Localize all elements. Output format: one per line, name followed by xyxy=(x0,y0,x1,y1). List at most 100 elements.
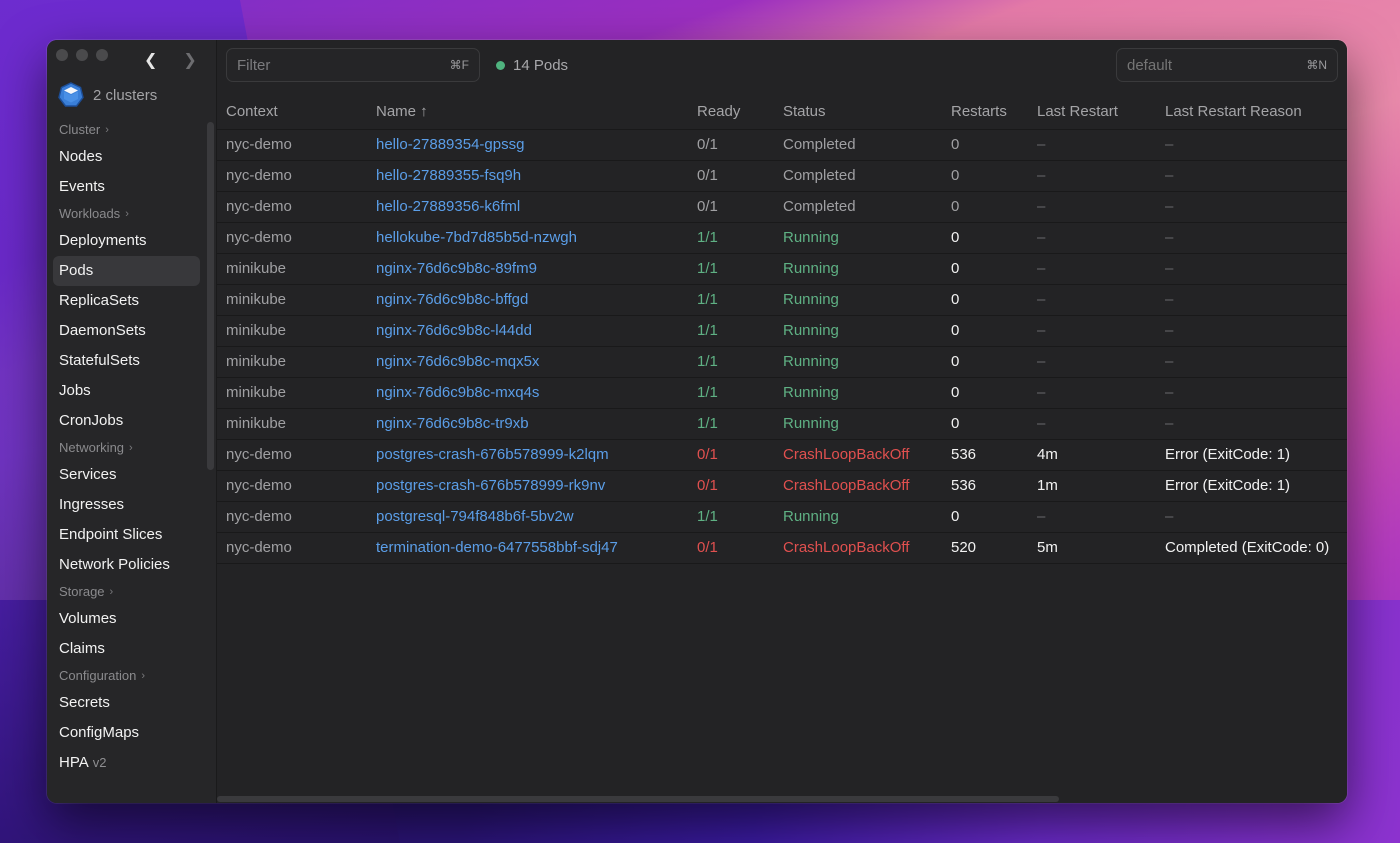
cell-name[interactable]: nginx-76d6c9b8c-bffgd xyxy=(367,284,688,316)
cell-name[interactable]: nginx-76d6c9b8c-tr9xb xyxy=(367,408,688,440)
sidebar-item-jobs[interactable]: Jobs xyxy=(53,376,200,406)
cell-last-restart-reason: – xyxy=(1156,160,1347,192)
table-row[interactable]: nyc-demo hello-27889356-k6fml 0/1 Completed… xyxy=(217,191,1347,223)
cell-ready: 1/1 xyxy=(688,222,774,254)
pods-table: Context Name ↑ Ready Status Restarts Las… xyxy=(217,94,1347,564)
sidebar-item-pods[interactable]: Pods xyxy=(53,256,200,286)
chevron-right-icon: › xyxy=(125,208,129,220)
cell-name[interactable]: hellokube-7bd7d85b5d-nzwgh xyxy=(367,222,688,254)
cell-last-restart: 5m xyxy=(1028,532,1156,564)
close-window-button[interactable] xyxy=(56,49,68,61)
cell-name[interactable]: hello-27889356-k6fml xyxy=(367,191,688,223)
cell-restarts: 0 xyxy=(942,191,1028,223)
sidebar-section-configuration[interactable]: Configuration › xyxy=(53,664,200,688)
cell-name[interactable]: termination-demo-6477558bbf-sdj47 xyxy=(367,532,688,564)
cell-status: Running xyxy=(774,377,942,409)
column-header-last-restart[interactable]: Last Restart xyxy=(1028,94,1156,130)
table-row[interactable]: nyc-demo postgres-crash-676b578999-rk9nv 0… xyxy=(217,470,1347,502)
cell-status: Running xyxy=(774,253,942,285)
pod-count-label: 14 Pods xyxy=(513,56,569,74)
sidebar-item-label: Claims xyxy=(59,640,105,657)
cell-name[interactable]: postgresql-794f848b6f-5bv2w xyxy=(367,501,688,533)
cell-name[interactable]: hello-27889354-gpssg xyxy=(367,129,688,161)
namespace-field[interactable]: ⌘N xyxy=(1116,48,1338,82)
cell-last-restart: – xyxy=(1028,377,1156,409)
column-header-context[interactable]: Context xyxy=(217,94,367,130)
cell-name[interactable]: nginx-76d6c9b8c-mqx5x xyxy=(367,346,688,378)
table-row[interactable]: nyc-demo hello-27889354-gpssg 0/1 Completed… xyxy=(217,129,1347,161)
history-nav: ❮ ❯ xyxy=(144,52,197,70)
filter-field[interactable]: ⌘F xyxy=(226,48,480,82)
table-row[interactable]: nyc-demo hellokube-7bd7d85b5d-nzwgh 1/1 Run… xyxy=(217,222,1347,254)
chevron-right-icon: › xyxy=(141,670,145,682)
sidebar-item-label: HPA xyxy=(59,754,89,771)
cell-context: minikube xyxy=(217,284,367,316)
table-row[interactable]: nyc-demo termination-demo-6477558bbf-sdj4… xyxy=(217,532,1347,564)
cell-last-restart: – xyxy=(1028,501,1156,533)
sidebar-section-storage[interactable]: Storage › xyxy=(53,580,200,604)
cell-ready: 1/1 xyxy=(688,408,774,440)
table-row[interactable]: minikube nginx-76d6c9b8c-mqx5x 1/1 Running 0… xyxy=(217,346,1347,378)
cell-status: Running xyxy=(774,284,942,316)
sidebar-item-endpoint-slices[interactable]: Endpoint Slices xyxy=(53,520,200,550)
filter-input[interactable] xyxy=(237,56,427,74)
sidebar-item-configmaps[interactable]: ConfigMaps xyxy=(53,718,200,748)
minimize-window-button[interactable] xyxy=(76,49,88,61)
sidebar-item-nodes[interactable]: Nodes xyxy=(53,142,200,172)
zoom-window-button[interactable] xyxy=(96,49,108,61)
cell-ready: 1/1 xyxy=(688,377,774,409)
sidebar-item-secrets[interactable]: Secrets xyxy=(53,688,200,718)
chevron-right-icon[interactable]: ❯ xyxy=(183,52,196,70)
chevron-left-icon[interactable]: ❮ xyxy=(144,52,157,70)
sidebar-section-cluster[interactable]: Cluster › xyxy=(53,118,200,142)
namespace-input[interactable] xyxy=(1127,56,1277,74)
sidebar-item-deployments[interactable]: Deployments xyxy=(53,226,200,256)
cell-context: nyc-demo xyxy=(217,222,367,254)
sidebar-section-workloads[interactable]: Workloads › xyxy=(53,202,200,226)
column-header-last-restart-reason[interactable]: Last Restart Reason xyxy=(1156,94,1347,130)
cluster-selector[interactable]: 2 clusters xyxy=(58,82,157,108)
cell-name[interactable]: nginx-76d6c9b8c-l44dd xyxy=(367,315,688,347)
sidebar-item-hpa[interactable]: HPA v2 xyxy=(53,748,200,778)
table-row[interactable]: nyc-demo hello-27889355-fsq9h 0/1 Completed… xyxy=(217,160,1347,192)
cell-name[interactable]: postgres-crash-676b578999-k2lqm xyxy=(367,439,688,471)
cell-status: CrashLoopBackOff xyxy=(774,439,942,471)
sidebar-scrollbar[interactable] xyxy=(207,122,214,470)
column-header-ready[interactable]: Ready xyxy=(688,94,774,130)
cell-name[interactable]: postgres-crash-676b578999-rk9nv xyxy=(367,470,688,502)
table-row[interactable]: nyc-demo postgresql-794f848b6f-5bv2w 1/1 Ru… xyxy=(217,501,1347,533)
sidebar-section-networking[interactable]: Networking › xyxy=(53,436,200,460)
window-controls xyxy=(56,49,108,61)
sidebar-item-ingresses[interactable]: Ingresses xyxy=(53,490,200,520)
sidebar-item-services[interactable]: Services xyxy=(53,460,200,490)
column-header-status[interactable]: Status xyxy=(774,94,942,130)
cell-restarts: 0 xyxy=(942,346,1028,378)
cell-ready: 1/1 xyxy=(688,253,774,285)
table-row[interactable]: minikube nginx-76d6c9b8c-89fm9 1/1 Running 0… xyxy=(217,253,1347,285)
table-row[interactable]: minikube nginx-76d6c9b8c-mxq4s 1/1 Running 0… xyxy=(217,377,1347,409)
sidebar-section-title: Networking xyxy=(59,440,125,455)
table-row[interactable]: minikube nginx-76d6c9b8c-l44dd 1/1 Running 0… xyxy=(217,315,1347,347)
sidebar-item-volumes[interactable]: Volumes xyxy=(53,604,200,634)
sidebar-item-statefulsets[interactable]: StatefulSets xyxy=(53,346,200,376)
table-row[interactable]: nyc-demo postgres-crash-676b578999-k2lqm 0… xyxy=(217,439,1347,471)
table-row[interactable]: minikube nginx-76d6c9b8c-bffgd 1/1 Running 0… xyxy=(217,284,1347,316)
column-header-name[interactable]: Name ↑ xyxy=(367,94,688,130)
sidebar-item-network-policies[interactable]: Network Policies xyxy=(53,550,200,580)
cell-ready: 0/1 xyxy=(688,470,774,502)
cell-last-restart: – xyxy=(1028,346,1156,378)
sidebar-item-daemonsets[interactable]: DaemonSets xyxy=(53,316,200,346)
column-header-restarts[interactable]: Restarts xyxy=(942,94,1028,130)
cell-name[interactable]: hello-27889355-fsq9h xyxy=(367,160,688,192)
sidebar-item-claims[interactable]: Claims xyxy=(53,634,200,664)
sidebar-item-events[interactable]: Events xyxy=(53,172,200,202)
horizontal-scrollbar[interactable] xyxy=(217,796,1059,802)
cell-context: minikube xyxy=(217,377,367,409)
table-row[interactable]: minikube nginx-76d6c9b8c-tr9xb 1/1 Running 0… xyxy=(217,408,1347,440)
cell-restarts: 0 xyxy=(942,315,1028,347)
cell-name[interactable]: nginx-76d6c9b8c-mxq4s xyxy=(367,377,688,409)
sidebar-item-cronjobs[interactable]: CronJobs xyxy=(53,406,200,436)
sidebar-item-replicasets[interactable]: ReplicaSets xyxy=(53,286,200,316)
cell-name[interactable]: nginx-76d6c9b8c-89fm9 xyxy=(367,253,688,285)
cell-last-restart: – xyxy=(1028,129,1156,161)
